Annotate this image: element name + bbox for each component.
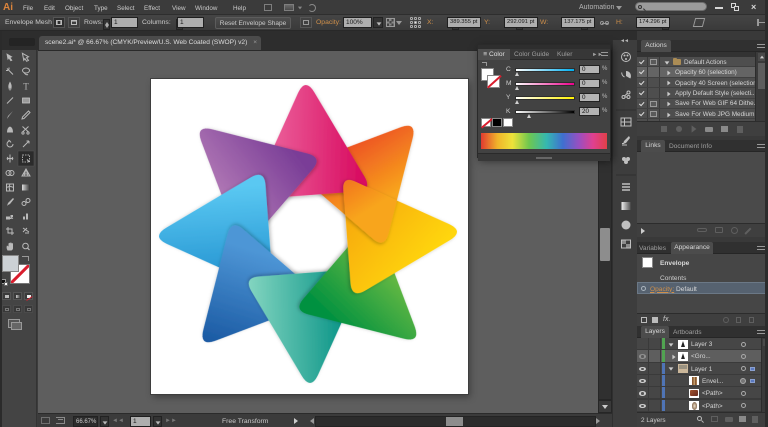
svg-text:T: T [23,82,29,92]
